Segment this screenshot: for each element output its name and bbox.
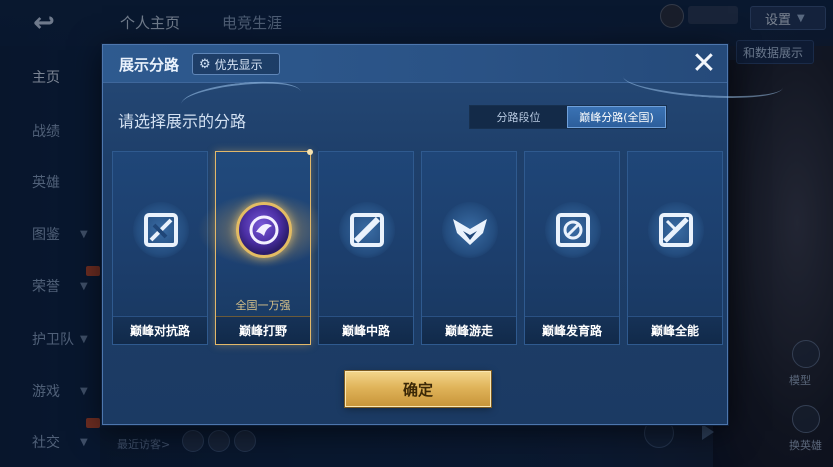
lane-all-icon [648, 202, 704, 258]
lane-mid-icon [339, 202, 395, 258]
selection-marker [307, 149, 313, 155]
lane-card-label: 巅峰发育路 [525, 316, 619, 344]
lane-top-icon [133, 202, 189, 258]
lane-card-label: 巅峰打野 [216, 316, 310, 344]
dialog-title: 展示分路 [119, 56, 180, 74]
lane-display-dialog: 展示分路 ⚙ 优先显示 ✕ 请选择展示的分路 分路段位 巅峰分路(全国) 巅峰对… [102, 44, 784, 425]
lane-card-bot[interactable]: 巅峰发育路 [524, 151, 620, 345]
jungle-medal-icon [236, 202, 292, 258]
lane-card-jungle[interactable]: 全国一万强 巅峰打野 [192, 149, 336, 345]
selection-prompt: 请选择展示的分路 [118, 112, 247, 131]
tab-peak-lane-national[interactable]: 巅峰分路(全国) [567, 106, 666, 128]
close-icon: ✕ [691, 46, 717, 81]
lane-roam-icon [442, 202, 498, 258]
lane-card-list: 巅峰对抗路 全国一万强 巅峰打野 巅峰中路 巅峰游走 巅峰发育路 巅峰全能 [112, 149, 723, 347]
gear-icon: ⚙ [199, 56, 211, 72]
lane-card-label: 巅峰中路 [319, 316, 413, 344]
priority-display-button[interactable]: ⚙ 优先显示 [192, 53, 280, 75]
lane-card-mid[interactable]: 巅峰中路 [318, 151, 414, 345]
lane-card-label: 巅峰全能 [628, 316, 722, 344]
lane-card-all-round[interactable]: 巅峰全能 [627, 151, 723, 345]
rank-label: 全国一万强 [235, 299, 291, 312]
confirm-button[interactable]: 确定 [345, 371, 491, 407]
lane-card-roam[interactable]: 巅峰游走 [421, 151, 517, 345]
lane-mode-toggle: 分路段位 巅峰分路(全国) [469, 105, 667, 129]
lane-bot-icon [545, 202, 601, 258]
lane-card-label: 巅峰对抗路 [113, 316, 207, 344]
lane-card-label: 巅峰游走 [422, 316, 516, 344]
close-button[interactable]: ✕ [689, 49, 719, 79]
tab-lane-rank[interactable]: 分路段位 [470, 106, 567, 128]
priority-label: 优先显示 [214, 57, 263, 72]
